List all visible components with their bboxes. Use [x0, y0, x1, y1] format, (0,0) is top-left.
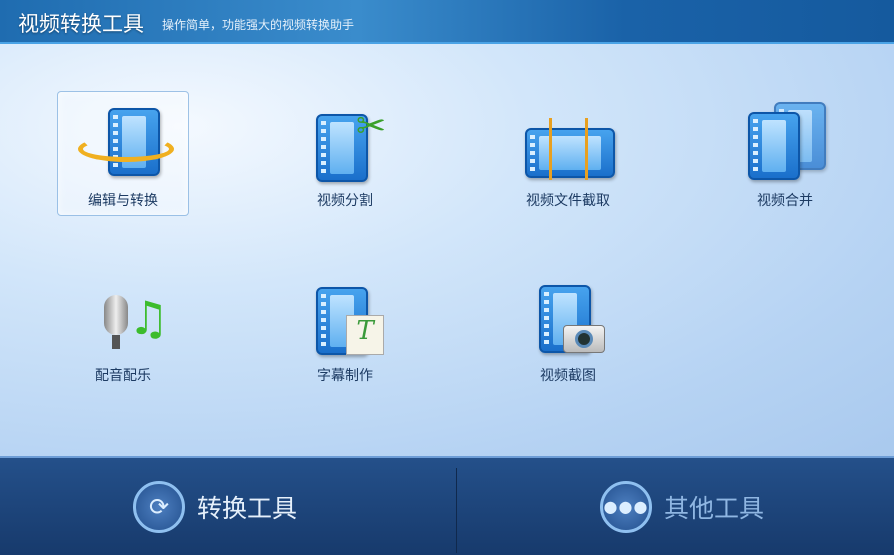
- tool-label: 字幕制作: [317, 368, 373, 384]
- divider: [456, 468, 457, 553]
- tool-label: 配音配乐: [95, 368, 151, 384]
- tool-label: 视频分割: [317, 193, 373, 209]
- film-scissors-icon: ✂: [316, 106, 386, 182]
- tool-screenshot[interactable]: 视频截图: [502, 266, 634, 391]
- refresh-icon: ⟳: [133, 480, 185, 533]
- tool-merge[interactable]: 视频合并: [719, 91, 851, 216]
- app-subtitle: 操作简单，功能强大的视频转换助手: [162, 18, 355, 32]
- film-subtitle-icon: T: [316, 281, 384, 355]
- tool-label: 编辑与转换: [88, 193, 158, 209]
- convert-tools-button[interactable]: ⟳ 转换工具: [133, 458, 297, 555]
- film-camera-icon: [539, 281, 605, 353]
- tool-label: 视频截图: [540, 368, 596, 384]
- tool-clip[interactable]: 视频文件截取: [502, 91, 634, 216]
- app-title: 视频转换工具: [18, 12, 144, 36]
- film-clip-icon: [525, 106, 615, 180]
- tool-label: 视频文件截取: [526, 193, 610, 209]
- more-icon: ●●●: [600, 480, 652, 533]
- tool-subtitle[interactable]: T 字幕制作: [279, 266, 411, 391]
- film-merge-icon: [748, 102, 826, 180]
- other-tools-button[interactable]: ●●● 其他工具: [600, 458, 764, 555]
- tool-label: 视频合并: [757, 193, 813, 209]
- film-convert-icon: [78, 106, 174, 178]
- tool-edit-convert[interactable]: 编辑与转换: [57, 91, 189, 216]
- other-tools-label: 其他工具: [664, 493, 765, 523]
- bottom-bar: ⟳ 转换工具 ●●● 其他工具: [0, 456, 894, 555]
- microphone-music-icon: ♫: [94, 281, 169, 353]
- tool-split[interactable]: ✂ 视频分割: [279, 91, 411, 216]
- tool-dubbing[interactable]: ♫ 配音配乐: [57, 266, 189, 391]
- convert-tools-label: 转换工具: [197, 493, 298, 523]
- tools-panel: 编辑与转换 ✂ 视频分割 视频文件截取 视频合并 ♫ 配音配乐 T 字幕制作 视…: [0, 44, 894, 456]
- title-bar: 视频转换工具 操作简单，功能强大的视频转换助手: [0, 0, 894, 44]
